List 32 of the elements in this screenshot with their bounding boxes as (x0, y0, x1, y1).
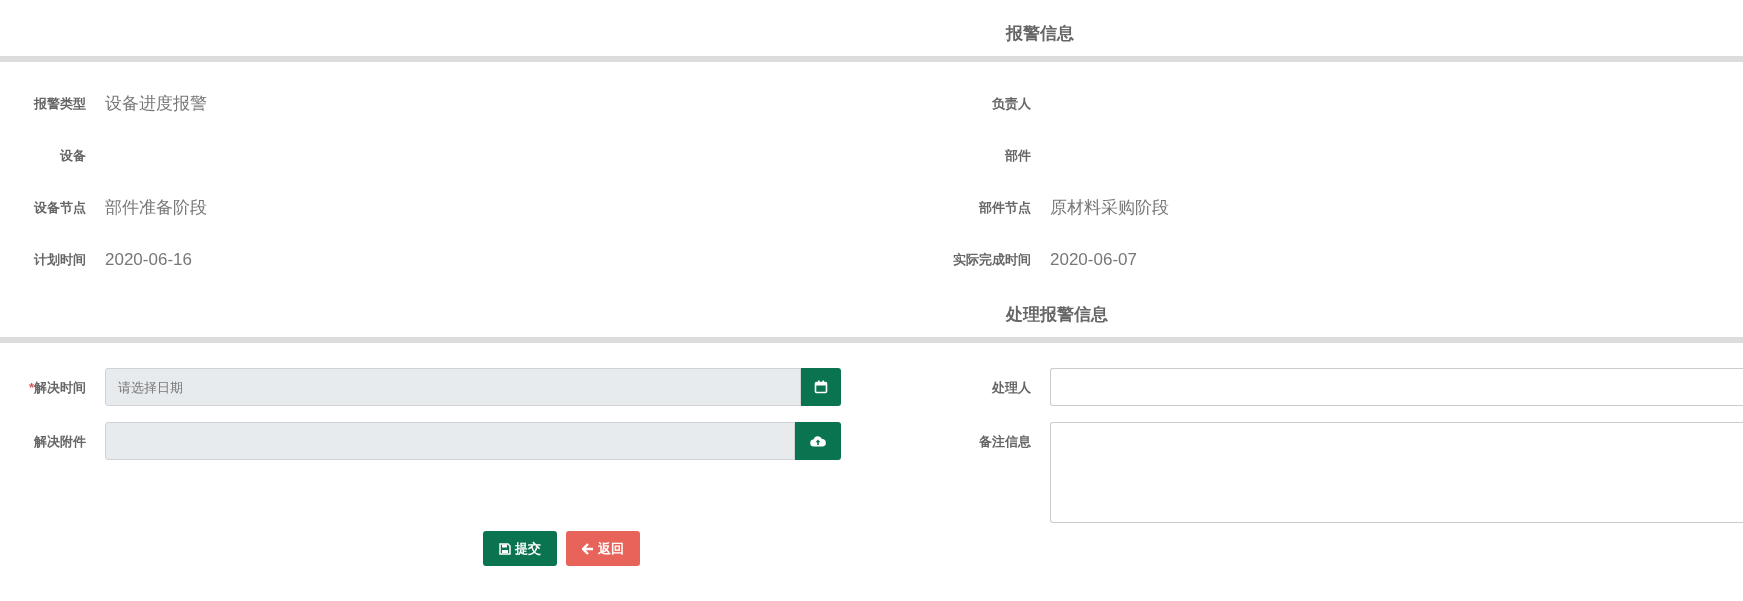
calendar-icon (814, 380, 828, 394)
field-label: 解决附件 (34, 433, 86, 451)
field-label: 备注信息 (979, 433, 1031, 451)
field-value: 设备进度报警 (105, 92, 207, 115)
field-label: 设备节点 (34, 198, 86, 217)
field-value: 2020-06-16 (105, 248, 192, 271)
notes-field[interactable] (1050, 422, 1743, 523)
file-field[interactable] (105, 422, 795, 460)
field-value: 原材料采购阶段 (1050, 196, 1169, 219)
field-label: 设备 (60, 146, 86, 165)
field-label: 部件节点 (979, 198, 1031, 217)
field-label: 实际完成时间 (953, 250, 1031, 269)
field-label: 解决时间 (34, 379, 86, 397)
section-title: 处理报警信息 (1006, 303, 1108, 326)
field-label: 计划时间 (34, 250, 86, 269)
text-field[interactable] (1050, 368, 1743, 406)
required-mark: * (28, 379, 34, 397)
cloud-upload-icon (810, 435, 826, 447)
field-label: 报警类型 (34, 94, 86, 113)
section-title: 报警信息 (1006, 22, 1074, 45)
back-button[interactable]: 返回 (566, 531, 640, 566)
submit-button[interactable]: 提交 (483, 531, 557, 566)
field-label: 处理人 (992, 379, 1031, 397)
field-label: 部件 (1005, 146, 1031, 165)
upload-button[interactable] (795, 422, 841, 460)
calendar-button[interactable] (801, 368, 841, 406)
field-label: 负责人 (992, 94, 1031, 113)
date-field[interactable]: 请选择日期 (105, 368, 801, 406)
field-value: 2020-06-07 (1050, 248, 1137, 271)
field-value: 部件准备阶段 (105, 196, 207, 219)
save-icon (499, 542, 511, 555)
arrow-left-icon (582, 542, 594, 555)
